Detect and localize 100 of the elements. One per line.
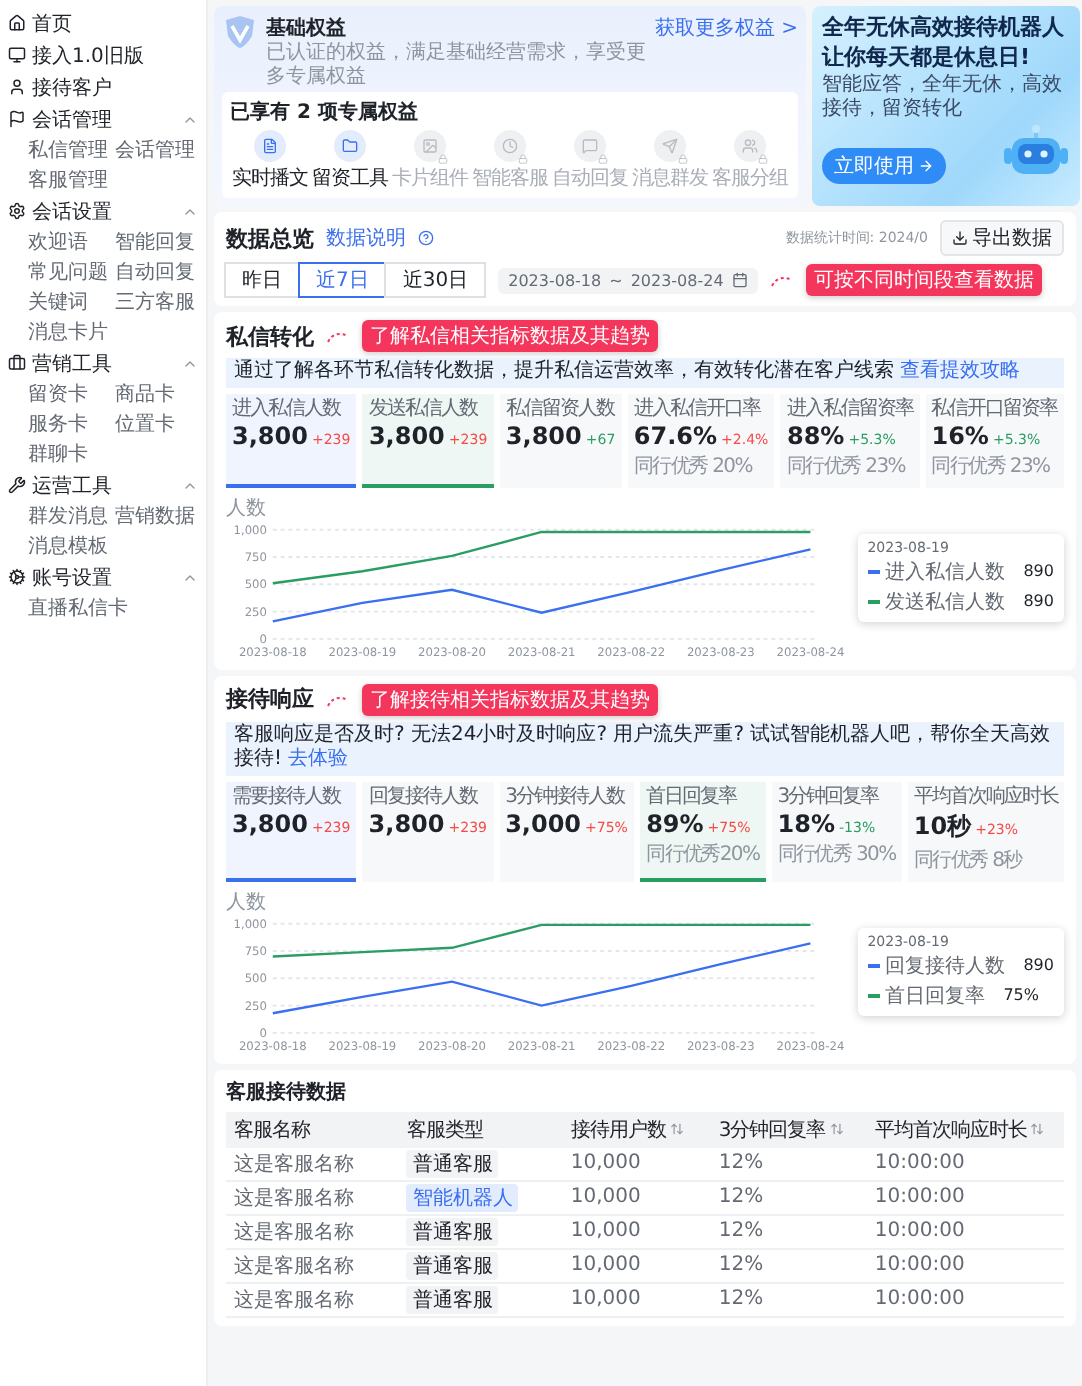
benefit-label: 自动回复 bbox=[552, 166, 628, 192]
callout-label: 了解接待相关指标数据及其趋势 bbox=[362, 683, 658, 716]
column-header[interactable]: 平均首次响应时长 bbox=[866, 1111, 1064, 1148]
type-tag: 智能机器人 bbox=[406, 1183, 519, 1212]
help-link[interactable]: 数据说明 bbox=[326, 224, 406, 252]
sidebar-subitem[interactable]: 消息卡片 bbox=[28, 318, 111, 346]
sidebar-subitem[interactable]: 常见问题 bbox=[28, 258, 111, 286]
metric-label: 私信留资人数 bbox=[505, 397, 616, 419]
metric-value: 18% bbox=[777, 809, 836, 838]
sidebar-subitem[interactable]: 服务卡 bbox=[28, 410, 111, 438]
metric-value: 3,000 bbox=[505, 809, 582, 838]
table-cell: 12% bbox=[710, 1147, 867, 1182]
sidebar-item[interactable]: 接入1.0旧版 bbox=[8, 40, 198, 70]
metric-value: 3,800 bbox=[232, 421, 308, 449]
sidebar-subitem[interactable]: 商品卡 bbox=[115, 380, 198, 408]
type-tag: 普通客服 bbox=[406, 1251, 499, 1280]
table-cell: 这是客服名称 bbox=[226, 1147, 399, 1182]
help-icon bbox=[418, 230, 434, 246]
date-range-field[interactable]: 2023-08-18 ~ 2023-08-24 bbox=[498, 267, 758, 293]
sidebar-item[interactable]: 营销工具 bbox=[8, 348, 198, 378]
type-tag: 普通客服 bbox=[406, 1285, 499, 1314]
benefits-count: 已享有 2 项专属权益 bbox=[230, 98, 420, 126]
sidebar-subitem[interactable]: 欢迎语 bbox=[28, 228, 111, 256]
export-button[interactable]: 导出数据 bbox=[940, 220, 1064, 256]
metric-label: 需要接待人数 bbox=[232, 785, 343, 808]
benefit-icon-button[interactable] bbox=[574, 130, 606, 162]
legend-label: 回复接待人数 bbox=[885, 953, 1006, 980]
metric-value: 10秒 bbox=[913, 809, 972, 844]
legend-label: 进入私信人数 bbox=[885, 559, 1006, 586]
info-link[interactable]: 查看提效攻略 bbox=[900, 360, 1020, 382]
sidebar-subitem[interactable]: 自动回复 bbox=[115, 258, 198, 286]
table-cell: 这是客服名称 bbox=[226, 1215, 399, 1250]
benefit-icon-button[interactable] bbox=[334, 130, 366, 162]
sidebar-subitem[interactable]: 私信管理 bbox=[28, 136, 111, 164]
lock-icon bbox=[438, 154, 448, 164]
sidebar-subitem[interactable]: 群聊卡 bbox=[28, 440, 111, 468]
connector-line bbox=[326, 328, 350, 344]
benefit-icon-button[interactable] bbox=[654, 130, 686, 162]
table-cell: 10,000 bbox=[562, 1283, 711, 1318]
sidebar-subitem[interactable]: 消息模板 bbox=[28, 532, 111, 560]
more-benefits-link[interactable]: 获取更多权益 > bbox=[654, 14, 798, 42]
table-cell: 10,000 bbox=[562, 1249, 711, 1284]
benefit-icon-button[interactable] bbox=[734, 130, 766, 162]
sidebar-subitem[interactable]: 客服管理 bbox=[28, 166, 111, 194]
sidebar-item[interactable]: 会话设置 bbox=[8, 196, 198, 226]
callout-label: 了解私信相关指标数据及其趋势 bbox=[362, 320, 658, 352]
table-cell: 10,000 bbox=[562, 1181, 711, 1216]
sidebar-item[interactable]: 会话管理 bbox=[8, 104, 198, 134]
table-cell: 10:00:00 bbox=[866, 1147, 1064, 1182]
sidebar-item[interactable]: 接待客户 bbox=[8, 72, 198, 102]
sidebar-subitem[interactable]: 留资卡 bbox=[28, 380, 111, 408]
sidebar-subitem[interactable]: 关键词 bbox=[28, 288, 111, 316]
info-banner: 客服响应是否及时? 无法24小时及时响应? 用户流失严重? 试试智能机器人吧，帮你全天高效接待! 去体验 bbox=[226, 721, 1064, 776]
legend-label: 发送私信人数 bbox=[885, 589, 1006, 616]
clock-icon bbox=[502, 138, 518, 154]
sidebar-subitem[interactable]: 营销数据 bbox=[115, 502, 198, 530]
document-icon bbox=[262, 138, 278, 154]
info-link[interactable]: 去体验 bbox=[288, 748, 349, 771]
range-tab[interactable]: 昨日 bbox=[224, 262, 300, 298]
type-tag: 普通客服 bbox=[406, 1217, 499, 1246]
connector-line bbox=[769, 272, 794, 288]
benchmark-text: 同行优秀 23% bbox=[931, 453, 1052, 479]
benefit-icon-button[interactable] bbox=[254, 130, 286, 162]
sidebar-subitem[interactable]: 直播私信卡 bbox=[28, 594, 128, 622]
benchmark-text: 同行优秀 30% bbox=[777, 841, 896, 868]
sidebar-item[interactable]: 首页 bbox=[8, 8, 198, 38]
column-header[interactable]: 3分钟回复率 bbox=[710, 1111, 867, 1148]
folder-icon bbox=[342, 138, 358, 154]
column-header[interactable]: 接待用户数 bbox=[562, 1111, 711, 1148]
metric-label: 3分钟接待人数 bbox=[505, 785, 627, 808]
sidebar-subitem[interactable]: 智能回复 bbox=[115, 228, 198, 256]
image-icon bbox=[422, 138, 438, 154]
metric-value: 3,800 bbox=[505, 421, 582, 449]
sidebar-item[interactable]: 账号设置 bbox=[8, 562, 198, 592]
range-tab[interactable]: 近30日 bbox=[384, 262, 487, 298]
tooltip-value: 890 bbox=[1023, 592, 1054, 611]
sidebar-subitem[interactable]: 会话管理 bbox=[115, 136, 198, 164]
benefit-label: 卡片组件 bbox=[392, 165, 468, 192]
briefcase-icon bbox=[8, 354, 26, 372]
sidebar-subitem[interactable]: 位置卡 bbox=[115, 410, 198, 438]
type-tag: 普通客服 bbox=[406, 1149, 499, 1178]
benchmark-text: 同行优秀 20% bbox=[633, 453, 755, 479]
axis-title: 人数 bbox=[226, 495, 268, 521]
connector-line bbox=[326, 691, 350, 708]
benefit-label: 实时播文 bbox=[232, 165, 308, 192]
sidebar-subitem[interactable]: 群发消息 bbox=[28, 502, 111, 530]
sidebar-item[interactable]: 运营工具 bbox=[8, 470, 198, 500]
benefit-icon-button[interactable] bbox=[494, 130, 526, 162]
section-title: 接待响应 bbox=[226, 684, 314, 715]
benefits-title: 基础权益 bbox=[266, 15, 348, 41]
column-header: 客服名称 bbox=[226, 1111, 399, 1148]
lock-icon bbox=[518, 154, 528, 164]
range-tab[interactable]: 近7日 bbox=[298, 262, 387, 298]
metric-value: 3,800 bbox=[368, 421, 445, 449]
lock-icon bbox=[678, 154, 688, 164]
tooltip-value: 890 bbox=[1023, 956, 1054, 975]
metric-label: 私信开口留资率 bbox=[931, 397, 1058, 419]
sidebar-subitem[interactable]: 三方客服 bbox=[115, 288, 198, 316]
metric-label: 进入私信留资率 bbox=[786, 397, 914, 419]
table-cell: 10:00:00 bbox=[866, 1215, 1064, 1250]
